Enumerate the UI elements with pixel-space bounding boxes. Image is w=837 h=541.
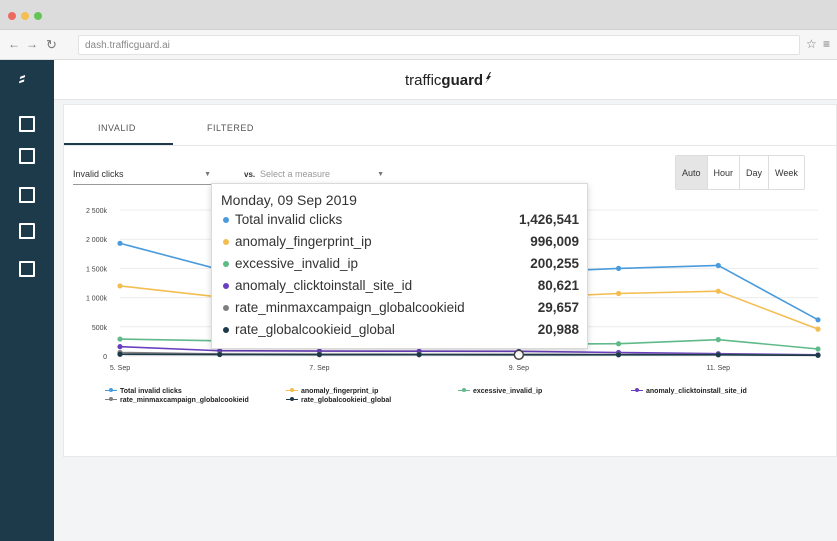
legend-item[interactable]: Total invalid clicks (105, 388, 182, 395)
tab-filtered[interactable]: FILTERED (207, 123, 254, 133)
maximize-window-button[interactable] (34, 12, 42, 20)
data-point (715, 352, 721, 358)
active-tab-indicator (64, 143, 173, 145)
data-point (815, 326, 821, 332)
y-tick-label: 2 000k (86, 237, 108, 244)
chevron-down-icon: ▼ (204, 171, 211, 178)
brand-feather-icon (485, 72, 492, 84)
menu-icon[interactable]: ≡ (823, 37, 830, 51)
legend-item[interactable]: rate_minmaxcampaign_globalcookieid (105, 397, 249, 404)
data-point (815, 317, 821, 323)
legend-item[interactable]: anomaly_fingerprint_ip (286, 388, 378, 395)
tooltip-row: anomaly_clicktoinstall_site_id 80,621 (221, 277, 579, 297)
compare-select-placeholder: Select a measure (260, 169, 331, 179)
data-point (615, 341, 622, 347)
legend-item[interactable]: rate_globalcookieid_global (286, 397, 391, 404)
granularity-auto-button[interactable]: Auto (676, 156, 708, 189)
data-point (815, 346, 821, 352)
y-tick-label: 0 (103, 354, 107, 361)
data-point (615, 265, 622, 271)
tooltip-row: rate_minmaxcampaign_globalcookieid 29,657 (221, 299, 579, 319)
granularity-week-button[interactable]: Week (769, 156, 804, 189)
data-point (815, 352, 821, 358)
url-input[interactable]: dash.trafficguard.ai (78, 35, 800, 55)
x-tick-label: 5. Sep (110, 365, 130, 372)
data-point (715, 262, 721, 269)
browser-titlebar (0, 0, 837, 30)
app-header: trafficguard (54, 60, 837, 100)
hover-marker (513, 349, 525, 361)
x-tick-label: 9. Sep (509, 365, 529, 372)
reload-icon[interactable]: ↻ (46, 37, 57, 53)
y-tick-label: 1 500k (86, 266, 108, 273)
tooltip-row: Total invalid clicks 1,426,541 (221, 211, 579, 231)
sidebar-item-5-icon[interactable] (19, 261, 35, 277)
x-tick-label: 11. Sep (706, 365, 730, 372)
data-point (615, 352, 622, 358)
sidebar-item-1-icon[interactable] (19, 116, 35, 132)
close-window-button[interactable] (8, 12, 16, 20)
y-tick-label: 2 500k (86, 208, 108, 215)
tooltip-row: excessive_invalid_ip 200,255 (221, 255, 579, 275)
data-point (615, 290, 622, 297)
data-point (416, 352, 422, 358)
url-text: dash.trafficguard.ai (85, 40, 170, 51)
y-tick-label: 1 000k (86, 296, 108, 303)
data-point (117, 351, 123, 357)
forward-arrow-icon[interactable]: → (26, 37, 38, 51)
granularity-hour-button[interactable]: Hour (707, 156, 741, 189)
back-arrow-icon[interactable]: ← (8, 37, 20, 51)
granularity-day-button[interactable]: Day (740, 156, 770, 189)
minimize-window-button[interactable] (21, 12, 29, 20)
browser-address-bar: ← → ↻ dash.trafficguard.ai ☆ ≡ (0, 30, 837, 60)
series-line (119, 353, 819, 357)
data-point (715, 288, 721, 294)
data-point (316, 352, 323, 358)
data-point (117, 344, 123, 350)
y-tick-label: 500k (92, 325, 108, 332)
legend-item[interactable]: anomaly_clicktoinstall_site_id (631, 388, 747, 395)
data-point (117, 240, 123, 246)
tooltip-row: anomaly_fingerprint_ip 996,009 (221, 233, 579, 253)
data-point (117, 336, 123, 342)
brand-logo: trafficguard (405, 72, 492, 89)
tooltip-row: rate_globalcookieid_global 20,988 (221, 321, 579, 341)
legend-item[interactable]: excessive_invalid_ip (458, 388, 542, 395)
x-tick-label: 7. Sep (309, 365, 329, 372)
tooltip-date: Monday, 09 Sep 2019 (221, 192, 357, 208)
tab-divider (64, 145, 837, 146)
measure-select[interactable]: Invalid clicks ▼ (73, 169, 213, 185)
granularity-toggle: Auto Hour Day Week (675, 155, 805, 190)
measure-select-value: Invalid clicks (73, 169, 124, 179)
sidebar-item-3-icon[interactable] (19, 187, 35, 203)
data-point (715, 337, 721, 343)
sidebar-item-4-icon[interactable] (19, 223, 35, 239)
bookmark-star-icon[interactable]: ☆ (806, 37, 817, 51)
sidebar: ⸗ (0, 60, 54, 541)
trafficguard-logo-icon[interactable]: ⸗ (19, 68, 25, 89)
sidebar-item-2-icon[interactable] (19, 148, 35, 164)
data-point (117, 283, 123, 289)
tab-invalid[interactable]: INVALID (98, 123, 136, 133)
chevron-down-icon: ▼ (377, 171, 384, 178)
chart-tooltip: Monday, 09 Sep 2019 Total invalid clicks… (211, 183, 588, 349)
data-point (217, 351, 223, 358)
vs-label: vs. (244, 170, 256, 179)
